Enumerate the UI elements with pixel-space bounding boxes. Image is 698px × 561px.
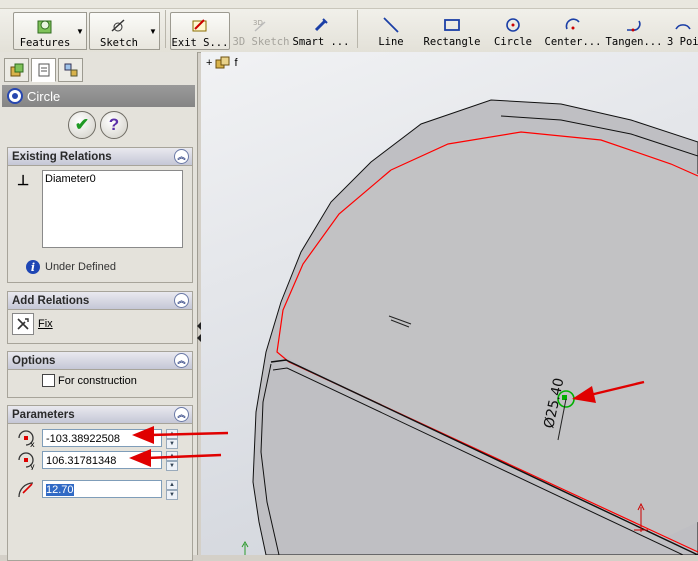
line-icon xyxy=(383,17,399,33)
rectangle-icon xyxy=(444,19,460,31)
circle-icon xyxy=(506,18,520,32)
collapse-icon[interactable]: ︽ xyxy=(174,149,189,164)
toolbar-separator xyxy=(357,10,358,48)
help-button[interactable]: ? xyxy=(100,111,128,139)
for-construction-checkbox[interactable] xyxy=(42,374,55,387)
radius-icon xyxy=(16,479,38,499)
3-point-arc-icon xyxy=(675,24,691,30)
property-sheet-icon xyxy=(38,63,49,77)
features-tab-button[interactable]: Features xyxy=(13,12,77,50)
exit-sketch-button[interactable]: Exit S... xyxy=(170,12,230,50)
existing-relations-list[interactable]: Diameter0 xyxy=(42,170,183,248)
sketch-tab-button[interactable]: Sketch xyxy=(89,12,149,50)
3-point-arc-label: 3 Poi xyxy=(667,36,698,48)
toolbar-separator xyxy=(165,10,166,48)
features-icon xyxy=(37,20,52,34)
center-y-spinner[interactable]: ▲ ▼ xyxy=(166,451,178,471)
sketch-label: Sketch xyxy=(100,37,138,49)
svg-text:y: y xyxy=(30,462,35,470)
property-manager-tab[interactable] xyxy=(31,58,56,82)
center-arc-button[interactable]: Center... xyxy=(545,12,601,48)
ok-help-buttons: ✔ ? xyxy=(68,111,128,139)
parameters-header[interactable]: Parameters ︽ xyxy=(8,406,192,424)
exit-sketch-label: Exit S... xyxy=(171,37,229,49)
add-relations-title: Add Relations xyxy=(12,294,90,307)
existing-relations-title: Existing Relations xyxy=(12,150,112,163)
center-y-icon: y xyxy=(16,450,38,471)
3d-sketch-button[interactable]: 3D 3D Sketch xyxy=(232,12,290,48)
panel-title-bar: Circle xyxy=(2,85,195,107)
fix-relation-icon[interactable] xyxy=(12,313,34,335)
line-button[interactable]: Line xyxy=(372,12,410,48)
fix-relation-row[interactable]: Fix xyxy=(12,313,53,335)
existing-relations-header[interactable]: Existing Relations ︽ xyxy=(8,148,192,166)
options-title: Options xyxy=(12,354,56,367)
3d-sketch-label: 3D Sketch xyxy=(232,36,290,48)
exit-sketch-icon xyxy=(192,19,207,32)
radius-input[interactable]: 12.70 xyxy=(42,480,162,498)
smart-dimension-button[interactable]: Smart ... xyxy=(293,12,349,48)
features-dropdown-arrow[interactable]: ▼ xyxy=(74,12,87,50)
status-row: i Under Defined xyxy=(26,260,116,274)
add-relations-header[interactable]: Add Relations ︽ xyxy=(8,292,192,310)
center-x-icon: x xyxy=(16,428,38,449)
add-relations-group: Add Relations ︽ Fix xyxy=(7,291,193,344)
radius-value[interactable]: 12.70 xyxy=(46,484,74,496)
sketch-dropdown-arrow[interactable]: ▼ xyxy=(147,12,160,50)
center-x-input[interactable]: -103.38922508 xyxy=(42,429,162,447)
for-construction-row[interactable]: For construction xyxy=(42,374,137,387)
options-group: Options ︽ For construction xyxy=(7,351,193,398)
center-y-input[interactable]: 106.31781348 xyxy=(42,451,162,469)
rectangle-button[interactable]: Rectangle xyxy=(422,12,482,48)
center-arc-label: Center... xyxy=(544,36,602,48)
tangent-arc-icon xyxy=(627,20,641,32)
center-arc-icon xyxy=(565,18,580,30)
center-x-spinner[interactable]: ▲ ▼ xyxy=(166,429,178,449)
axis-triad xyxy=(241,541,249,555)
list-item[interactable]: Diameter0 xyxy=(45,173,180,185)
parameters-group: Parameters ︽ x -103.38922508 ▲ ▼ y 106.31… xyxy=(7,405,193,561)
configuration-manager-tab[interactable] xyxy=(58,58,83,82)
rectangle-label: Rectangle xyxy=(423,36,481,48)
sketch-icon xyxy=(111,19,125,32)
3-point-arc-button[interactable]: 3 Poi xyxy=(667,12,698,48)
panel-title: Circle xyxy=(27,88,61,104)
circle-icon xyxy=(7,88,23,104)
smart-dimension-icon xyxy=(314,18,328,32)
configuration-icon xyxy=(64,63,77,77)
center-y-row: y 106.31781348 ▲ ▼ xyxy=(16,450,178,471)
relation-perpendicular-icon: ⊥ xyxy=(17,172,30,188)
existing-relations-group: Existing Relations ︽ ⊥ Diameter0 i Under… xyxy=(7,147,193,283)
ok-button[interactable]: ✔ xyxy=(68,111,96,139)
for-construction-label[interactable]: For construction xyxy=(58,375,137,387)
info-icon: i xyxy=(26,260,40,274)
smart-dimension-label: Smart ... xyxy=(292,36,350,48)
radius-row: 12.70 ▲ ▼ xyxy=(16,479,178,500)
collapse-icon[interactable]: ︽ xyxy=(174,407,189,422)
circle-button[interactable]: Circle xyxy=(492,12,534,48)
tangent-arc-button[interactable]: Tangen... xyxy=(606,12,662,48)
3d-sketch-icon: 3D xyxy=(253,19,266,32)
status-text: Under Defined xyxy=(45,261,116,273)
top-strip xyxy=(0,0,698,9)
center-x-row: x -103.38922508 ▲ ▼ xyxy=(16,428,178,449)
tangent-arc-label: Tangen... xyxy=(605,36,663,48)
feature-tree-icon xyxy=(10,63,23,77)
model-view: Ø25.40 xyxy=(241,99,698,555)
command-manager-toolbar: Features ▼ Sketch ▼ Exit S... 3D 3D Sket… xyxy=(0,0,698,53)
features-label: Features xyxy=(19,37,71,49)
panel-tabs xyxy=(4,58,83,82)
feature-manager-tab[interactable] xyxy=(4,58,29,82)
fix-relation-label[interactable]: Fix xyxy=(38,318,53,330)
collapse-icon[interactable]: ︽ xyxy=(174,353,189,368)
radius-spinner[interactable]: ▲ ▼ xyxy=(166,480,178,500)
circle-label: Circle xyxy=(494,36,532,48)
options-header[interactable]: Options ︽ xyxy=(8,352,192,370)
graphics-area[interactable]: + f Ø25.40 xyxy=(201,52,698,555)
collapse-icon[interactable]: ︽ xyxy=(174,293,189,308)
line-label: Line xyxy=(378,36,404,48)
parameters-title: Parameters xyxy=(12,408,75,421)
property-manager-panel: Circle ✔ ? Existing Relations ︽ ⊥ Diamet… xyxy=(0,52,198,561)
svg-text:x: x xyxy=(30,440,35,448)
